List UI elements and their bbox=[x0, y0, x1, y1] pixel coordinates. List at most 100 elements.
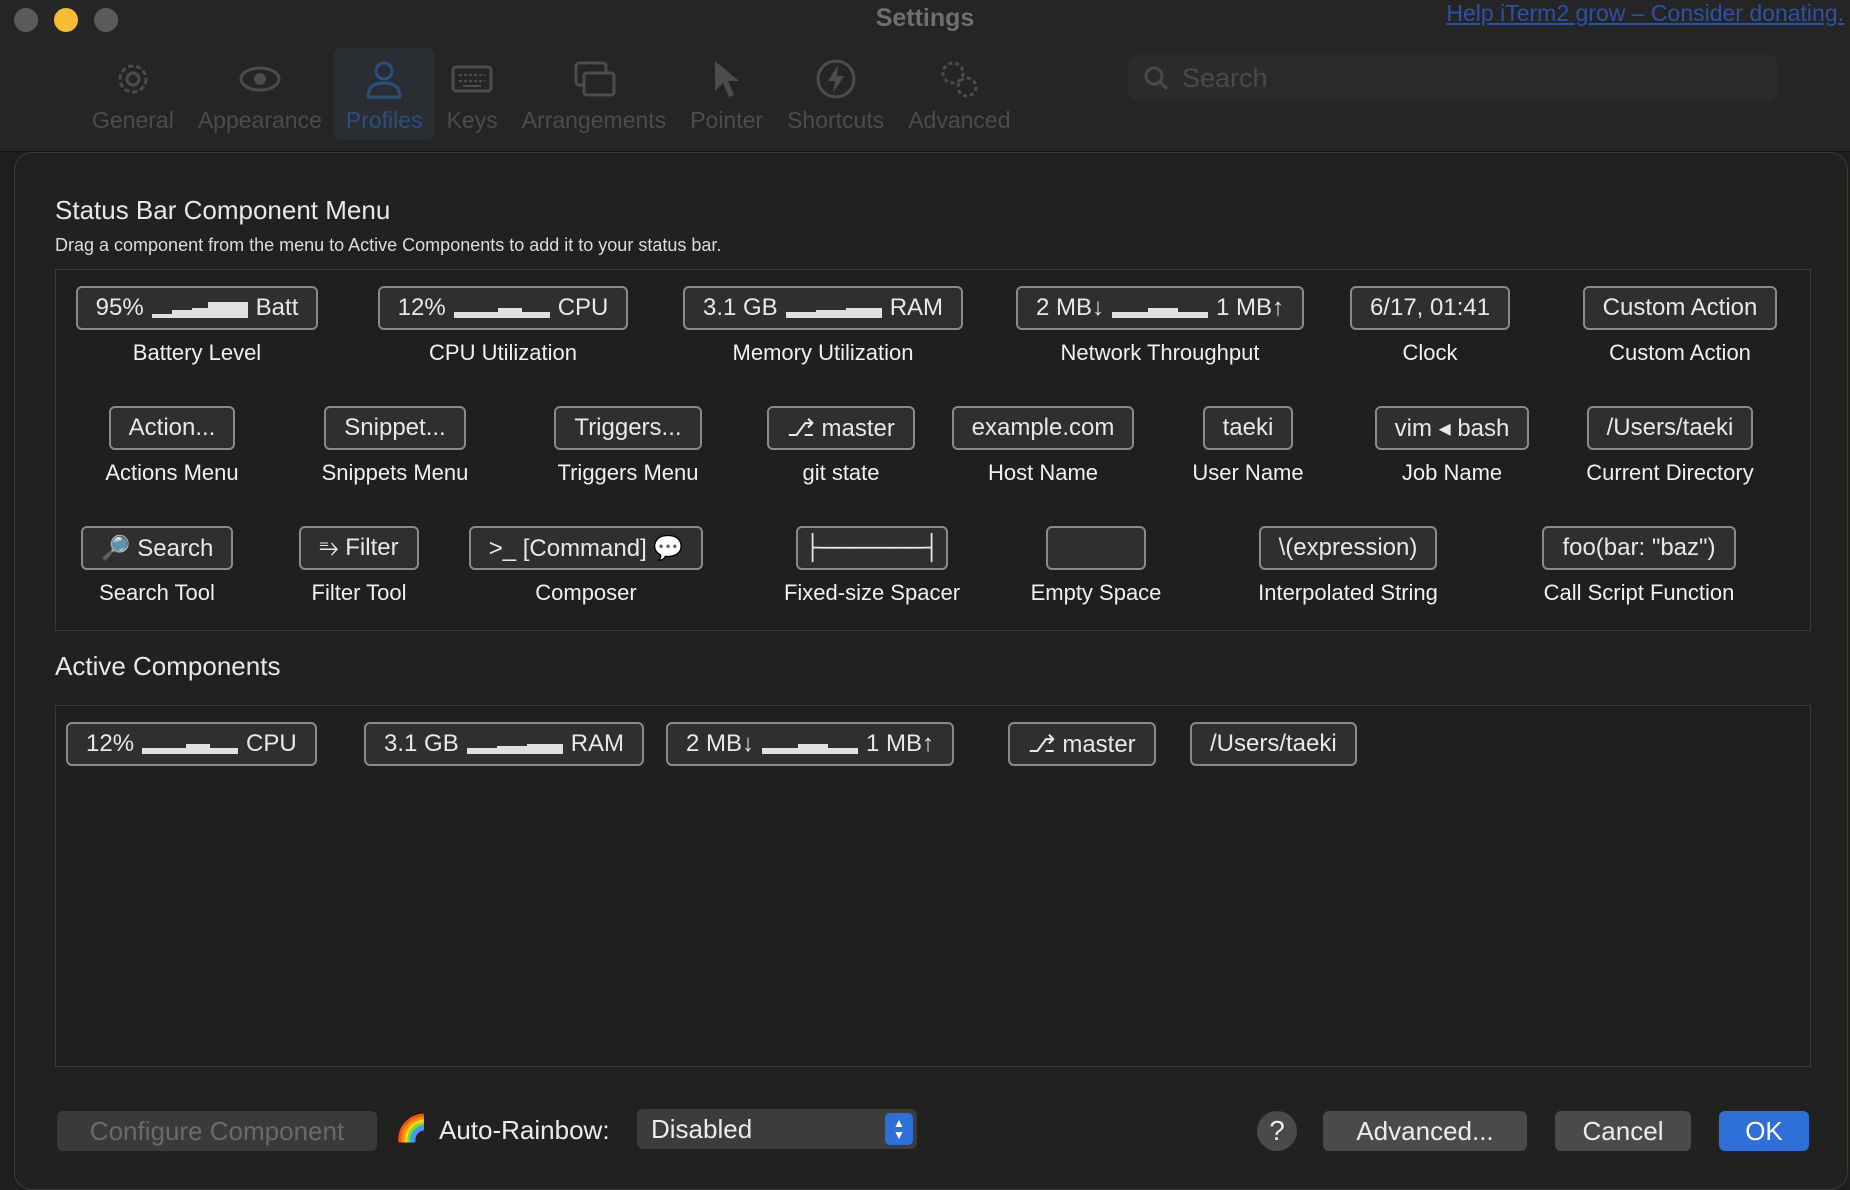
active-network-pill[interactable]: 2 MB↓ 1 MB↑ bbox=[666, 722, 955, 766]
active-components-area[interactable]: 12% CPU 3.1 GB RAM 2 MB↓ 1 MB↑ ⎇ master … bbox=[55, 705, 1811, 1067]
tab-profiles[interactable]: Profiles bbox=[333, 48, 435, 140]
component-label: Composer bbox=[535, 580, 637, 605]
configure-component-button[interactable]: Configure Component bbox=[57, 1111, 377, 1151]
component-snippets-menu[interactable]: Snippet... Snippets Menu bbox=[314, 406, 476, 486]
host-name-pill[interactable]: example.com bbox=[951, 406, 1135, 450]
cpu-unit: CPU bbox=[557, 294, 609, 321]
component-host-name[interactable]: example.com Host Name bbox=[942, 406, 1144, 486]
settings-search[interactable] bbox=[1128, 55, 1778, 101]
memory-pill[interactable]: 3.1 GB RAM bbox=[682, 286, 964, 330]
windows-icon bbox=[574, 61, 616, 97]
cpu-pill[interactable]: 12% CPU bbox=[377, 286, 629, 330]
status-bar-config-sheet: Status Bar Component Menu Drag a compone… bbox=[14, 152, 1848, 1190]
component-cpu-utilization[interactable]: 12% CPU CPU Utilization bbox=[372, 286, 634, 366]
rainbow-icon: 🌈 bbox=[395, 1113, 428, 1143]
active-memory-pill[interactable]: 3.1 GB RAM bbox=[364, 722, 645, 766]
component-battery-level[interactable]: 95% Batt Battery Level bbox=[66, 286, 328, 366]
battery-unit: Batt bbox=[255, 294, 299, 321]
git-state-pill[interactable]: ⎇ master bbox=[767, 406, 915, 450]
person-icon bbox=[366, 61, 402, 99]
component-label: Memory Utilization bbox=[732, 340, 914, 365]
cpu-percent: 12% bbox=[397, 294, 446, 321]
user-name-pill[interactable]: taeki bbox=[1202, 406, 1294, 450]
component-composer[interactable]: >_ [Command] 💬 Composer bbox=[454, 526, 718, 606]
component-network-throughput[interactable]: 2 MB↓ 1 MB↑ Network Throughput bbox=[1004, 286, 1316, 366]
component-label: Empty Space bbox=[1030, 580, 1162, 605]
component-actions-menu[interactable]: Action... Actions Menu bbox=[66, 406, 278, 486]
component-user-name[interactable]: taeki User Name bbox=[1190, 406, 1306, 486]
component-label: CPU Utilization bbox=[429, 340, 577, 365]
search-icon bbox=[1144, 66, 1169, 91]
tab-shortcuts-label: Shortcuts bbox=[787, 107, 885, 133]
tab-keys[interactable]: Keys bbox=[435, 48, 510, 140]
component-call-script-function[interactable]: foo(bar: "baz") Call Script Function bbox=[1532, 526, 1746, 606]
tab-pointer[interactable]: Pointer bbox=[678, 48, 775, 140]
donate-link[interactable]: Help iTerm2 grow – Consider donating. bbox=[1446, 0, 1844, 27]
component-triggers-menu[interactable]: Triggers... Triggers Menu bbox=[546, 406, 710, 486]
sparkline-icon bbox=[142, 734, 239, 754]
battery-pill[interactable]: 95% Batt bbox=[75, 286, 319, 330]
active-git-pill[interactable]: ⎇ master bbox=[1008, 722, 1156, 766]
help-button[interactable]: ? bbox=[1257, 1111, 1297, 1151]
active-cpu-pill[interactable]: 12% CPU bbox=[66, 722, 317, 766]
empty-space-pill[interactable] bbox=[1046, 526, 1146, 570]
sparkline-icon bbox=[151, 298, 248, 318]
component-job-name[interactable]: vim ◂ bash Job Name bbox=[1366, 406, 1538, 486]
advanced-button[interactable]: Advanced... bbox=[1323, 1111, 1527, 1151]
active-directory-pill[interactable]: /Users/taeki bbox=[1190, 722, 1357, 766]
active-cpu-percent: 12% bbox=[86, 730, 135, 757]
cancel-button[interactable]: Cancel bbox=[1555, 1111, 1691, 1151]
job-name-pill[interactable]: vim ◂ bash bbox=[1374, 406, 1530, 450]
ok-button[interactable]: OK bbox=[1719, 1111, 1809, 1151]
component-empty-space[interactable]: Empty Space bbox=[1022, 526, 1170, 606]
component-clock[interactable]: 6/17, 01:41 Clock bbox=[1349, 286, 1511, 366]
clock-pill[interactable]: 6/17, 01:41 bbox=[1349, 286, 1511, 330]
active-network-component[interactable]: 2 MB↓ 1 MB↑ bbox=[666, 722, 955, 766]
search-tool-pill[interactable]: 🔎 Search bbox=[80, 526, 234, 570]
component-label: User Name bbox=[1192, 460, 1304, 485]
tab-general[interactable]: General bbox=[80, 48, 186, 140]
active-git-component[interactable]: ⎇ master bbox=[1008, 722, 1156, 766]
active-memory-unit: RAM bbox=[570, 730, 625, 757]
active-directory-component[interactable]: /Users/taeki bbox=[1190, 722, 1357, 766]
battery-percent: 95% bbox=[95, 294, 144, 321]
composer-pill[interactable]: >_ [Command] 💬 bbox=[468, 526, 704, 570]
actions-menu-pill[interactable]: Action... bbox=[108, 406, 236, 450]
component-git-state[interactable]: ⎇ master git state bbox=[760, 406, 922, 486]
component-filter-tool[interactable]: ⥱ Filter Filter Tool bbox=[292, 526, 426, 606]
call-script-function-pill[interactable]: foo(bar: "baz") bbox=[1542, 526, 1736, 570]
component-label: Call Script Function bbox=[1543, 580, 1735, 605]
custom-action-pill[interactable]: Custom Action bbox=[1582, 286, 1778, 330]
component-current-directory[interactable]: /Users/taeki Current Directory bbox=[1574, 406, 1766, 486]
settings-toolbar: General Appearance Profiles Keys Arrange… bbox=[80, 48, 1023, 140]
menu-section-subtitle: Drag a component from the menu to Active… bbox=[55, 235, 722, 255]
active-cpu-component[interactable]: 12% CPU bbox=[66, 722, 317, 766]
component-label: Snippets Menu bbox=[321, 460, 469, 485]
component-interpolated-string[interactable]: \(expression) Interpolated String bbox=[1248, 526, 1448, 606]
network-up: 1 MB↑ bbox=[1216, 294, 1285, 321]
pointer-icon bbox=[714, 61, 739, 97]
component-label: Job Name bbox=[1401, 460, 1503, 485]
triggers-menu-pill[interactable]: Triggers... bbox=[554, 406, 702, 450]
network-pill[interactable]: 2 MB↓ 1 MB↑ bbox=[1015, 286, 1305, 330]
tab-appearance[interactable]: Appearance bbox=[186, 48, 334, 140]
auto-rainbow-select[interactable]: Disabled ▲ ▼ bbox=[637, 1109, 917, 1149]
interpolated-string-pill[interactable]: \(expression) bbox=[1258, 526, 1438, 570]
component-memory-utilization[interactable]: 3.1 GB RAM Memory Utilization bbox=[678, 286, 968, 366]
fixed-size-spacer-pill[interactable]: ├──────┤ bbox=[796, 526, 948, 570]
snippets-menu-pill[interactable]: Snippet... bbox=[324, 406, 466, 450]
search-input[interactable] bbox=[1182, 62, 1762, 94]
eye-icon bbox=[239, 66, 281, 92]
tab-advanced[interactable]: Advanced bbox=[896, 48, 1022, 140]
filter-tool-pill[interactable]: ⥱ Filter bbox=[299, 526, 419, 570]
tab-arrangements[interactable]: Arrangements bbox=[510, 48, 678, 140]
current-directory-pill[interactable]: /Users/taeki bbox=[1586, 406, 1754, 450]
tab-pointer-label: Pointer bbox=[690, 107, 764, 133]
component-search-tool[interactable]: 🔎 Search Search Tool bbox=[70, 526, 244, 606]
component-custom-action[interactable]: Custom Action Custom Action bbox=[1582, 286, 1778, 366]
active-memory-component[interactable]: 3.1 GB RAM bbox=[364, 722, 645, 766]
keyboard-icon bbox=[451, 65, 493, 93]
component-fixed-size-spacer[interactable]: ├──────┤ Fixed-size Spacer bbox=[774, 526, 970, 606]
tab-shortcuts[interactable]: Shortcuts bbox=[775, 48, 896, 140]
component-label: Filter Tool bbox=[311, 580, 407, 605]
